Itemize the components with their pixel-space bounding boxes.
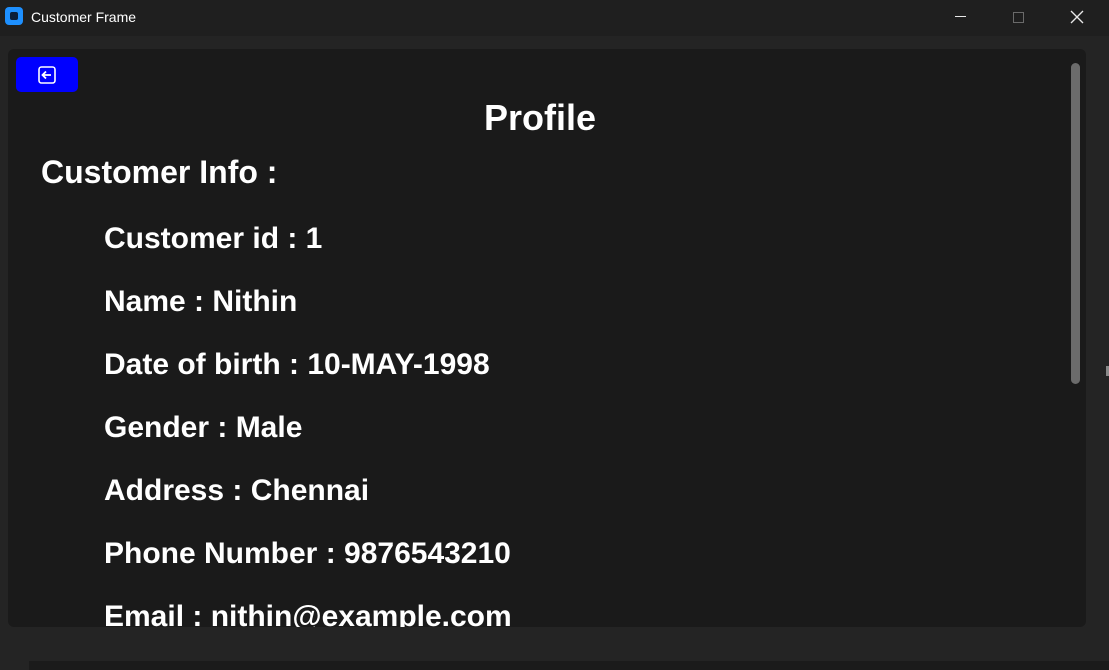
- close-button[interactable]: [1048, 0, 1106, 34]
- gender-field: Gender : Male: [104, 411, 303, 444]
- customer-id-field: Customer id : 1: [104, 222, 323, 255]
- back-arrow-icon: [38, 66, 56, 84]
- minimize-button[interactable]: [932, 0, 990, 34]
- address-field: Address : Chennai: [104, 474, 370, 507]
- bottom-edge: [29, 661, 1109, 670]
- email-field: Email : nithin@example.com: [104, 600, 512, 627]
- profile-panel: Profile Customer Info : Customer id : 1 …: [8, 49, 1086, 627]
- date-of-birth-field: Date of birth : 10-MAY-1998: [104, 348, 490, 381]
- app-icon: [5, 7, 23, 25]
- section-title: Customer Info :: [41, 154, 278, 190]
- back-button[interactable]: [16, 57, 78, 92]
- title-bar[interactable]: Customer Frame: [0, 0, 1109, 36]
- window-title: Customer Frame: [31, 9, 137, 25]
- name-field: Name : Nithin: [104, 285, 298, 318]
- scrollbar-thumb[interactable]: [1071, 63, 1080, 384]
- maximize-button[interactable]: [990, 0, 1048, 34]
- phone-number-field: Phone Number : 9876543210: [104, 537, 511, 570]
- page-title: Profile: [483, 97, 597, 138]
- app-window: Customer Frame Profile Customer Info : C…: [0, 0, 1109, 670]
- close-icon: [1070, 10, 1084, 24]
